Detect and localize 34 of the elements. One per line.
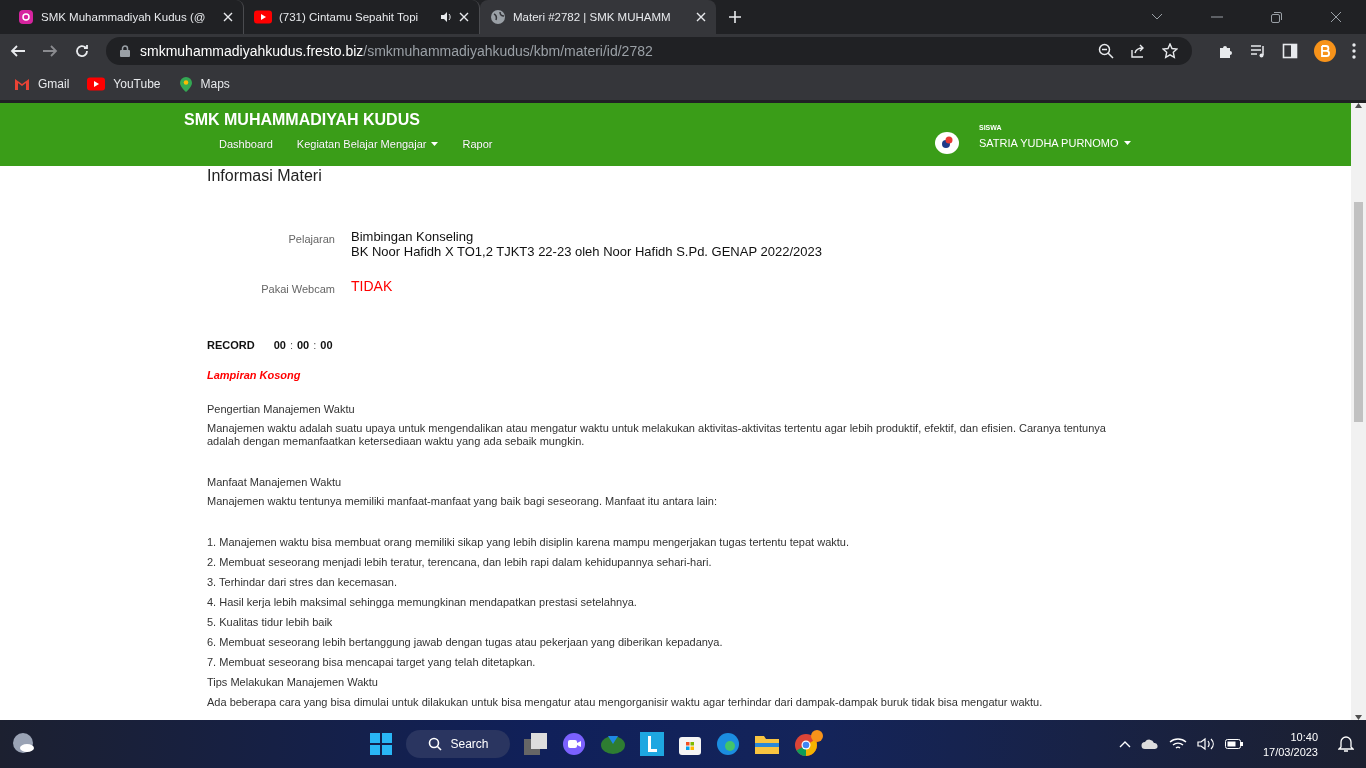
record-timer: 00 : 00 : 00	[273, 339, 333, 351]
taskbar-search[interactable]: Search	[406, 730, 511, 758]
list-item: Tips Melakukan Manajemen Waktu	[207, 675, 379, 690]
tab-title: Materi #2782 | SMK MUHAMM	[513, 11, 671, 23]
paragraph: Manajemen waktu tentunya memiliki manfaat-manfaat yang baik bagi seseorang. Manfaat itu antara lain:	[207, 494, 718, 509]
url-host: smkmuhammadiyahkudus.fresto.biz	[140, 43, 364, 59]
bookmark-link[interactable]: Gmail	[14, 77, 70, 91]
bookmark-link[interactable]: Maps	[178, 76, 230, 92]
list-item: 6. Membuat seseorang lebih bertanggung jawab dengan tugas atau pekerjaan yang diberikan kepadanya.	[207, 635, 724, 650]
browser-tab[interactable]: Materi #2782 | SMK MUHAMM	[480, 0, 716, 34]
list-item: Ada beberapa cara yang bisa dimulai untuk dilakukan untuk bisa mengatur atau mengorganisir waktu agar terhindar dari dampak-dampak buruk tidak bisa mengatur waktu.	[207, 695, 1044, 710]
field-value: Bimbingan Konseling	[351, 229, 475, 244]
url-path: /smkmuhammadiyahkudus/kbm/materi/id/2782	[363, 43, 654, 59]
attachment-note: Lampiran Kosong	[207, 369, 302, 381]
field-value: BK Noor Hafidh X TO1,2 TJKT3 22-23 oleh Noor Hafidh S.Pd. GENAP 2022/2023	[351, 244, 823, 259]
taskbar-clock[interactable]: 10:40 17/03/2023	[1262, 730, 1318, 758]
section-heading: Pengertian Manajemen Waktu	[207, 402, 356, 417]
field-label: Pakai Webcam	[260, 282, 335, 295]
bookmark-link[interactable]: YouTube	[87, 77, 161, 91]
section-heading: Manfaat Manajemen Waktu	[207, 475, 343, 490]
list-item: 1. Manajemen waktu bisa membuat orang memiliki sikap yang lebih disiplin karena mampu mengerjakan tugas tertentu tepat waktu.	[207, 535, 850, 550]
address-bar[interactable]: smkmuhammadiyahkudus.fresto.biz/smkmuhammadiyahkudus/kbm/materi/id/2782	[106, 37, 1192, 65]
record-label: RECORD	[207, 339, 255, 351]
tab-title: SMK Muhammadiyah Kudus (@	[41, 11, 206, 23]
list-item: 5. Kualitas tidur lebih baik	[207, 615, 334, 630]
list-item: 7. Membuat seseorang bisa mencapai target yang telah ditetapkan.	[207, 655, 537, 670]
list-item: 4. Hasil kerja lebih maksimal sehingga memungkinan mendapatkan prestasi setelahnya.	[207, 595, 638, 610]
field-value: TIDAK	[351, 279, 394, 294]
tab-title: (731) Cintamu Sepahit Topi	[279, 11, 419, 23]
list-item: 2. Membuat seseorang menjadi lebih teratur, terencana, dan lebih rapi dalam kehidupannya sehari-hari.	[207, 555, 713, 570]
page-heading: Informasi Materi	[207, 166, 323, 185]
list-item: 3. Terhindar dari stres dan kecemasan.	[207, 575, 398, 590]
paragraph: Manajemen waktu adalah suatu upaya untuk mengendalikan atau mengatur waktu untuk melakukan aktivitas-aktivitas tertentu agar lebih produktif, efektif, dan efisien. Caranya tentunya adalah dengan memanfaatkan ketersediaan waktu yang ada sebaik mungkin.	[207, 421, 1107, 449]
field-label: Pelajaran	[287, 232, 335, 247]
